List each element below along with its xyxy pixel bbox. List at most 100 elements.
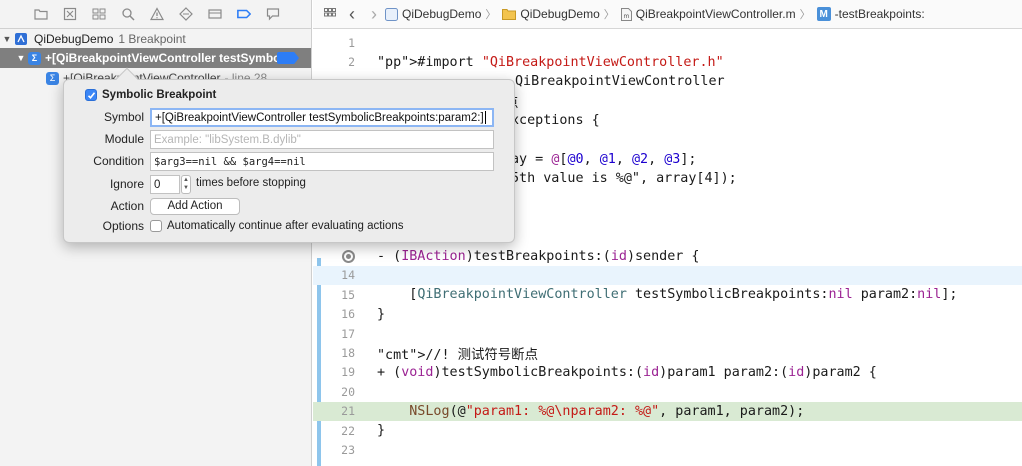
breakpoint-row-selected[interactable]: ▼ Σ +[QiBreakpointViewController testSym…	[0, 48, 311, 68]
breakpoint-icon[interactable]	[231, 4, 256, 24]
symbol-value: +[QiBreakpointViewController testSymboli…	[155, 111, 484, 124]
code-text: - (IBAction)testBreakpoints:(id)sender {	[377, 248, 700, 264]
auto-continue-checkbox[interactable]	[150, 220, 162, 232]
breadcrumb-project[interactable]: QiDebugDemo 〉	[385, 6, 500, 22]
navigator-toolbar	[0, 0, 311, 29]
module-label: Module	[104, 132, 144, 146]
line-number[interactable]: 14	[313, 268, 355, 282]
auto-continue-text: Automatically continue after evaluating …	[167, 220, 404, 232]
code-line[interactable]: 15 [QiBreakpointViewController testSymbo…	[313, 285, 1022, 304]
line-number[interactable]: 22	[313, 424, 355, 438]
code-line[interactable]: 14	[313, 265, 1022, 286]
folder-icon	[502, 9, 517, 20]
code-text: }	[377, 423, 386, 439]
symbol-label: Symbol	[103, 110, 144, 124]
project-name: QiDebugDemo	[34, 32, 114, 46]
code-line[interactable]: 1	[313, 33, 1022, 52]
condition-label: Condition	[93, 154, 144, 168]
project-icon	[385, 7, 398, 21]
code-text: + (void)testSymbolicBreakpoints:(id)para…	[377, 364, 877, 380]
code-line[interactable]: 2 "pp">#import "QiBreakpointViewControlle…	[313, 52, 1022, 71]
code-text: ay = @[@0, @1, @2, @3];	[511, 151, 697, 167]
breakpoint-flag-icon[interactable]	[277, 52, 299, 64]
folder-icon[interactable]	[28, 4, 53, 24]
line-number[interactable]: 15	[313, 288, 355, 302]
ignore-label: Ignore	[109, 177, 144, 191]
crumb-label: -testBreakpoints:	[834, 7, 925, 21]
breadcrumb-file[interactable]: m QiBreakpointViewController.m 〉	[620, 6, 815, 22]
project-row[interactable]: ▼ QiDebugDemo 1 Breakpoint	[0, 29, 311, 49]
chevron-right-icon: 〉	[799, 9, 811, 21]
line-number[interactable]: 16	[313, 307, 355, 321]
jump-bar: ‹ › QiDebugDemo 〉 QiDebugDemo 〉 m QiBrea…	[313, 0, 1022, 29]
line-number[interactable]: 18	[313, 346, 355, 360]
code-line[interactable]: - (IBAction)testBreakpoints:(id)sender {	[313, 246, 1022, 265]
add-action-button[interactable]: Add Action	[150, 198, 240, 215]
objc-file-icon: m	[620, 7, 632, 21]
crumb-label: QiDebugDemo	[520, 7, 600, 21]
code-text: "cmt">//! 测试符号断点	[377, 348, 538, 364]
line-number[interactable]: 23	[313, 443, 355, 457]
search-icon[interactable]	[115, 4, 140, 24]
ignore-suffix: times before stopping	[196, 177, 306, 189]
breakpoint-marker-icon[interactable]	[313, 249, 355, 264]
options-label: Options	[102, 219, 144, 233]
symbolic-breakpoint-icon: Σ	[28, 51, 41, 65]
code-line[interactable]: 22}	[313, 421, 1022, 440]
code-line[interactable]: 20	[313, 382, 1022, 401]
ignore-value: 0	[154, 178, 161, 191]
breakpoint-label: +[QiBreakpointViewController testSymbo..…	[45, 51, 291, 65]
code-line[interactable]: 19 + (void)testSymbolicBreakpoints:(id)pa…	[313, 363, 1022, 382]
line-number[interactable]: 20	[313, 385, 355, 399]
line-number[interactable]: 2	[313, 55, 355, 69]
report-icon[interactable]	[260, 4, 285, 24]
popover-title: Symbolic Breakpoint	[102, 89, 217, 101]
breadcrumb-method[interactable]: M -testBreakpoints:	[816, 7, 925, 21]
issue-warning-icon[interactable]	[144, 4, 169, 24]
related-items-icon[interactable]	[319, 4, 341, 24]
line-number[interactable]: 19	[313, 365, 355, 379]
ignore-stepper[interactable]: ▲ ▼	[181, 175, 191, 194]
condition-field[interactable]: $arg3==nil && $arg4==nil	[150, 152, 494, 171]
chevron-right-icon: 〉	[485, 9, 497, 21]
svg-text:m: m	[623, 13, 629, 20]
code-text: NSLog(@"param1: %@\nparam2: %@", param1,…	[409, 403, 805, 419]
code-line[interactable]: 23	[313, 440, 1022, 459]
options-row: Automatically continue after evaluating …	[150, 220, 404, 232]
code-text: [QiBreakpointViewController testSymbolic…	[377, 287, 958, 303]
ignore-count-field[interactable]: 0	[150, 175, 180, 194]
disclosure-triangle-icon[interactable]: ▼	[0, 34, 14, 44]
breadcrumb-folder[interactable]: QiDebugDemo 〉	[502, 6, 618, 22]
test-diamond-icon[interactable]	[173, 4, 198, 24]
debug-icon[interactable]	[202, 4, 227, 24]
code-text: xceptions {	[511, 112, 600, 128]
enabled-checkbox[interactable]	[85, 89, 97, 101]
code-line[interactable]: 17	[313, 324, 1022, 343]
disclosure-triangle-icon[interactable]: ▼	[14, 53, 28, 63]
breakpoint-editor-popover: Symbolic Breakpoint Symbol +[QiBreakpoin…	[63, 67, 515, 243]
line-number[interactable]: 21	[313, 404, 355, 418]
line-number[interactable]: 17	[313, 327, 355, 341]
condition-value: $arg3==nil && $arg4==nil	[154, 155, 306, 168]
code-text: 5th value is %@", array[4]);	[511, 170, 737, 186]
method-icon: M	[816, 7, 831, 21]
code-line[interactable]: 16}	[313, 305, 1022, 324]
code-text: "pp">#import "QiBreakpointViewController…	[377, 54, 724, 70]
symbol-field[interactable]: +[QiBreakpointViewController testSymboli…	[150, 108, 494, 127]
module-field[interactable]: Example: "libSystem.B.dylib"	[150, 130, 494, 149]
source-control-icon[interactable]	[57, 4, 82, 24]
code-line[interactable]: 21 NSLog(@"param1: %@\nparam2: %@", para…	[313, 401, 1022, 421]
crumb-label: QiBreakpointViewController.m	[635, 7, 796, 21]
line-number[interactable]: 1	[313, 36, 355, 50]
code-text: QiBreakpointViewController	[515, 73, 725, 89]
module-placeholder: Example: "libSystem.B.dylib"	[154, 133, 301, 146]
symbol-icon[interactable]	[86, 4, 111, 24]
text-cursor	[484, 111, 486, 124]
back-button[interactable]: ‹	[341, 4, 363, 24]
breakpoint-count: 1 Breakpoint	[118, 32, 186, 46]
chevron-right-icon: 〉	[603, 9, 615, 21]
forward-button[interactable]: ›	[363, 4, 385, 24]
crumb-label: QiDebugDemo	[402, 7, 482, 21]
symbolic-breakpoint-icon: Σ	[46, 71, 59, 85]
code-line[interactable]: 18 "cmt">//! 测试符号断点	[313, 343, 1022, 364]
